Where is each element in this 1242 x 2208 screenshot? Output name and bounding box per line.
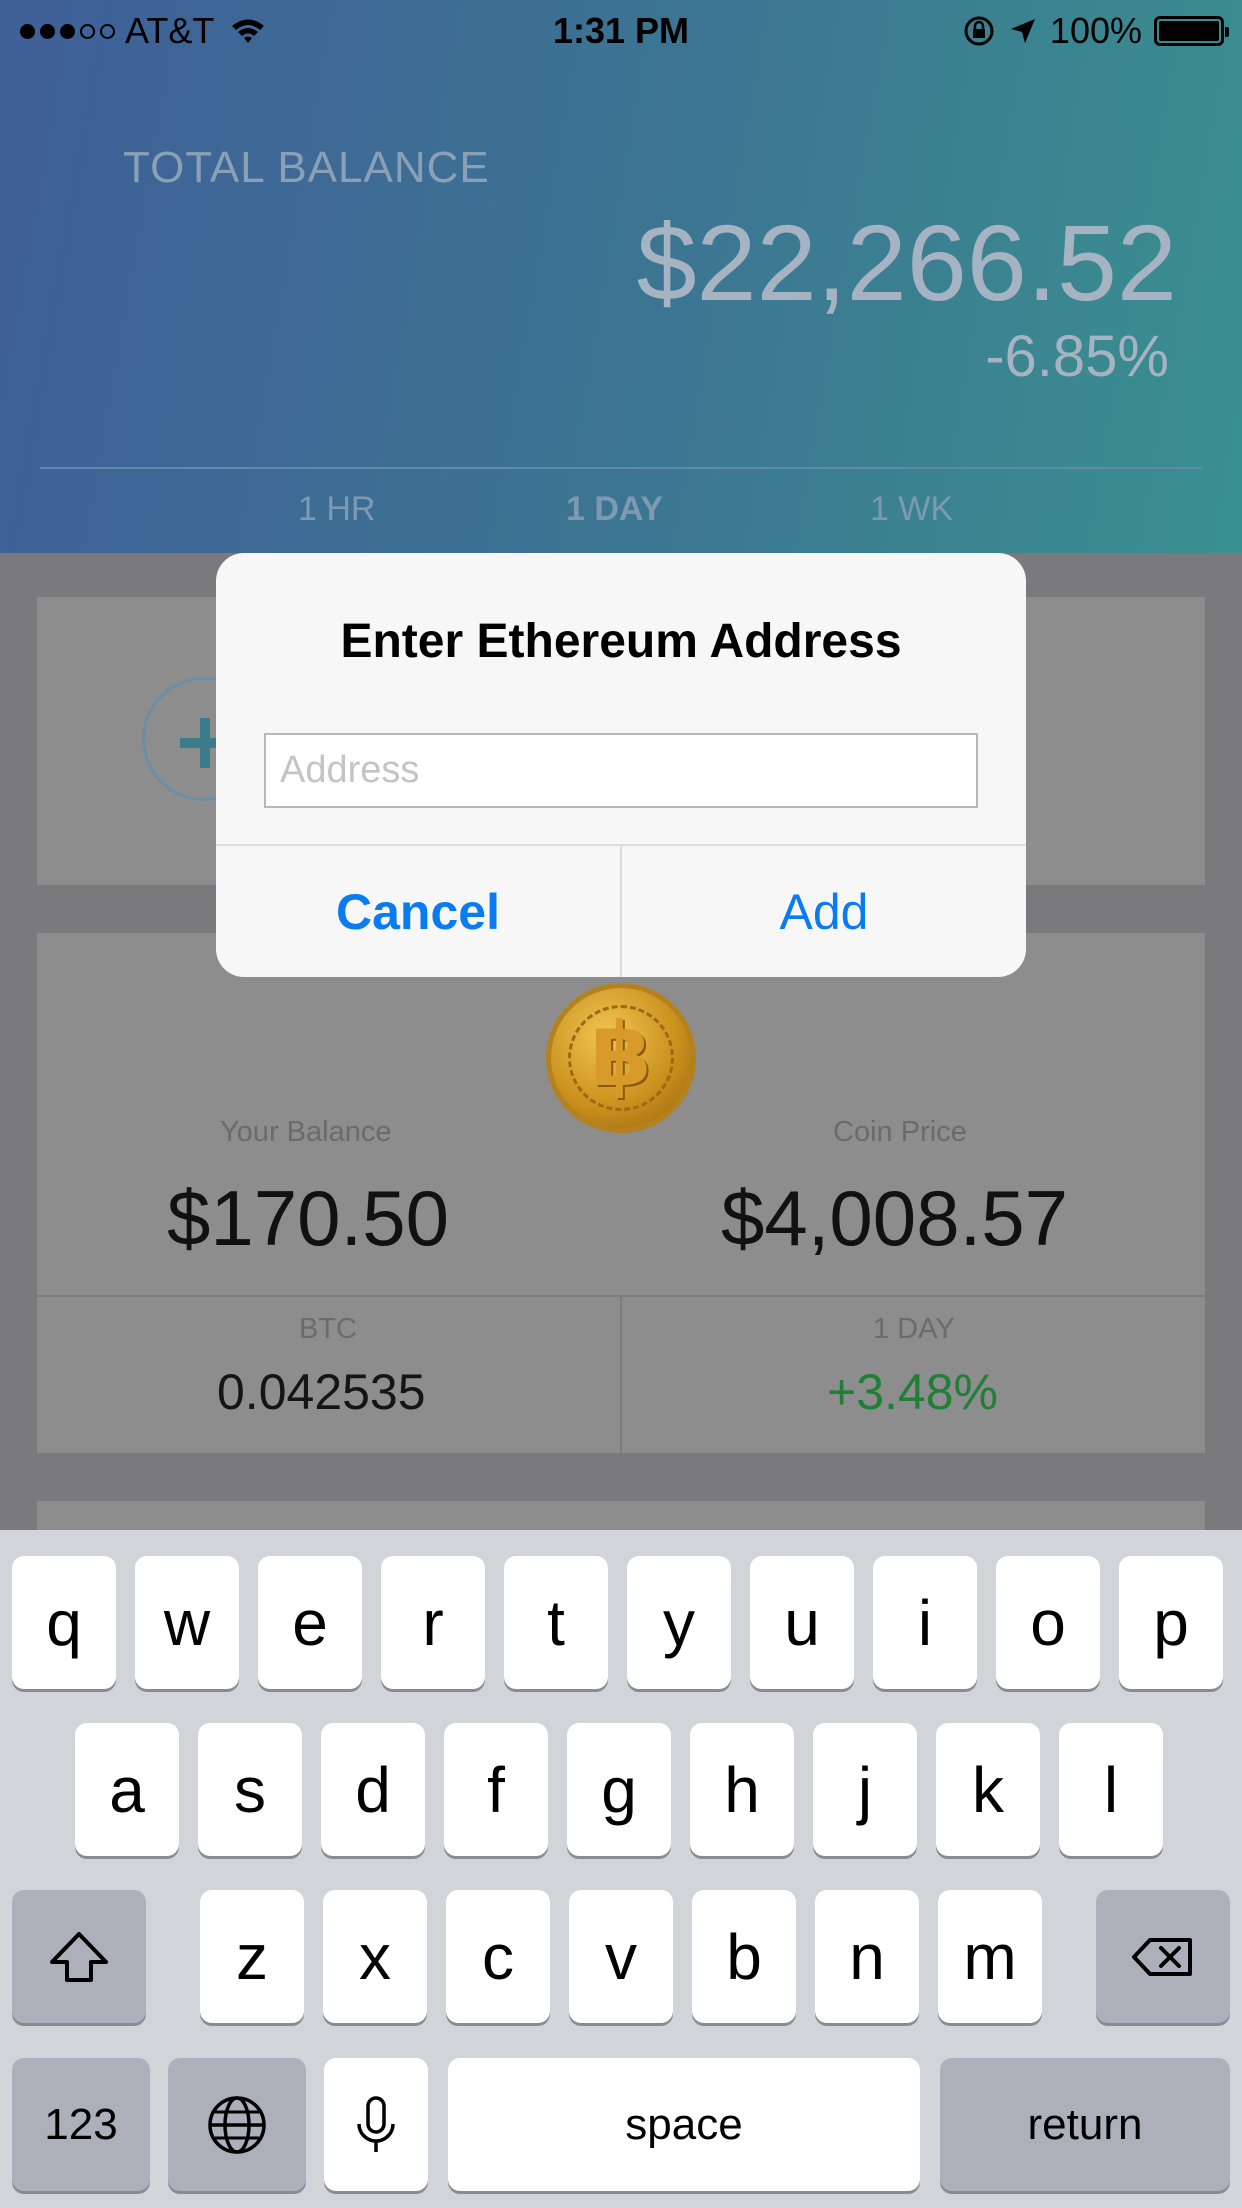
- key-label: u: [784, 1586, 820, 1659]
- key-k[interactable]: k: [936, 1723, 1040, 1856]
- your-balance-label: Your Balance: [220, 1116, 392, 1148]
- key-label: p: [1153, 1586, 1189, 1659]
- address-input[interactable]: [264, 733, 978, 808]
- cancel-button[interactable]: Cancel: [216, 846, 620, 977]
- backspace-icon: [1132, 1937, 1192, 1976]
- key-j[interactable]: j: [813, 1723, 917, 1856]
- key-label: f: [487, 1753, 505, 1826]
- period-change-value: +3.48%: [827, 1364, 998, 1420]
- key-label: s: [234, 1753, 266, 1826]
- key-label: h: [724, 1753, 760, 1826]
- key-label: q: [46, 1586, 82, 1659]
- key-label: z: [236, 1920, 268, 1993]
- key-q[interactable]: q: [12, 1556, 116, 1689]
- key-x[interactable]: x: [323, 1890, 427, 2023]
- globe-icon: [208, 2095, 266, 2154]
- key-label: l: [1103, 1753, 1119, 1826]
- key-w[interactable]: w: [135, 1556, 239, 1689]
- key-c[interactable]: c: [446, 1890, 550, 2023]
- numbers-key[interactable]: 123: [12, 2058, 150, 2191]
- battery-percent: 100%: [1049, 10, 1142, 51]
- key-label: r: [422, 1586, 444, 1659]
- key-label: t: [547, 1586, 565, 1659]
- orientation-lock-icon: [964, 16, 994, 46]
- header-divider: [40, 467, 1202, 469]
- keyboard: 123 space return q w e r t y u i o p a s d f g h j k l z x c v…: [0, 1530, 1242, 2208]
- return-key[interactable]: return: [940, 2058, 1230, 2191]
- tab-1-hr[interactable]: 1 HR: [298, 490, 375, 529]
- total-balance-value: $22,266.52: [636, 202, 1177, 323]
- alert-title: Enter Ethereum Address: [340, 615, 902, 668]
- key-label: j: [857, 1753, 873, 1826]
- numbers-key-label: 123: [44, 2099, 118, 2149]
- microphone-icon: [357, 2095, 395, 2152]
- key-label: v: [605, 1920, 637, 1993]
- key-label: k: [972, 1753, 1004, 1826]
- key-p[interactable]: p: [1119, 1556, 1223, 1689]
- key-r[interactable]: r: [381, 1556, 485, 1689]
- shift-arrow-icon: [50, 1931, 108, 1982]
- coin-price-value: $4,008.57: [721, 1174, 1069, 1262]
- key-o[interactable]: o: [996, 1556, 1100, 1689]
- key-a[interactable]: a: [75, 1723, 179, 1856]
- space-key-label: space: [625, 2099, 743, 2149]
- key-h[interactable]: h: [690, 1723, 794, 1856]
- key-b[interactable]: b: [692, 1890, 796, 2023]
- key-s[interactable]: s: [198, 1723, 302, 1856]
- location-arrow-icon: [1010, 19, 1035, 43]
- space-key[interactable]: space: [448, 2058, 920, 2191]
- shift-key[interactable]: [12, 1890, 146, 2023]
- key-label: c: [482, 1920, 514, 1993]
- key-n[interactable]: n: [815, 1890, 919, 2023]
- dictation-key[interactable]: [324, 2058, 428, 2191]
- header: AT&T 1:31 PM 100% TOTAL BALANCE $22,266.…: [0, 0, 1242, 553]
- tab-1-wk[interactable]: 1 WK: [870, 490, 953, 529]
- battery-icon: [1154, 16, 1229, 46]
- key-u[interactable]: u: [750, 1556, 854, 1689]
- card-divider-vertical: [620, 1295, 622, 1453]
- key-y[interactable]: y: [627, 1556, 731, 1689]
- key-label: e: [292, 1586, 328, 1659]
- key-label: a: [109, 1753, 145, 1826]
- key-label: b: [726, 1920, 762, 1993]
- bitcoin-coin-icon: ฿: [546, 983, 696, 1133]
- key-t[interactable]: t: [504, 1556, 608, 1689]
- coin-amount-value: 0.042535: [217, 1364, 426, 1420]
- total-balance-change: -6.85%: [985, 324, 1169, 389]
- your-balance-value: $170.50: [167, 1174, 449, 1262]
- key-e[interactable]: e: [258, 1556, 362, 1689]
- key-f[interactable]: f: [444, 1723, 548, 1856]
- key-label: x: [359, 1920, 391, 1993]
- coin-price-label: Coin Price: [833, 1116, 967, 1148]
- key-m[interactable]: m: [938, 1890, 1042, 2023]
- key-label: n: [849, 1920, 885, 1993]
- key-i[interactable]: i: [873, 1556, 977, 1689]
- key-z[interactable]: z: [200, 1890, 304, 2023]
- status-bar: AT&T 1:31 PM 100%: [0, 0, 1242, 60]
- key-label: i: [917, 1586, 933, 1659]
- key-d[interactable]: d: [321, 1723, 425, 1856]
- add-button[interactable]: Add: [622, 846, 1026, 977]
- enter-address-alert: Enter Ethereum Address Cancel Add: [216, 553, 1026, 977]
- key-g[interactable]: g: [567, 1723, 671, 1856]
- tab-1-day[interactable]: 1 DAY: [566, 490, 663, 529]
- globe-key[interactable]: [168, 2058, 306, 2191]
- key-v[interactable]: v: [569, 1890, 673, 2023]
- key-label: w: [163, 1586, 211, 1659]
- key-label: y: [663, 1586, 695, 1659]
- key-label: d: [355, 1753, 391, 1826]
- delete-key[interactable]: [1096, 1890, 1230, 2023]
- coin-symbol-label: BTC: [299, 1313, 357, 1345]
- period-label: 1 DAY: [873, 1313, 955, 1345]
- total-balance-label: TOTAL BALANCE: [123, 143, 490, 192]
- return-key-label: return: [1027, 2099, 1143, 2149]
- key-label: g: [601, 1753, 637, 1826]
- key-label: m: [963, 1920, 1017, 1993]
- key-label: o: [1030, 1586, 1066, 1659]
- key-l[interactable]: l: [1059, 1723, 1163, 1856]
